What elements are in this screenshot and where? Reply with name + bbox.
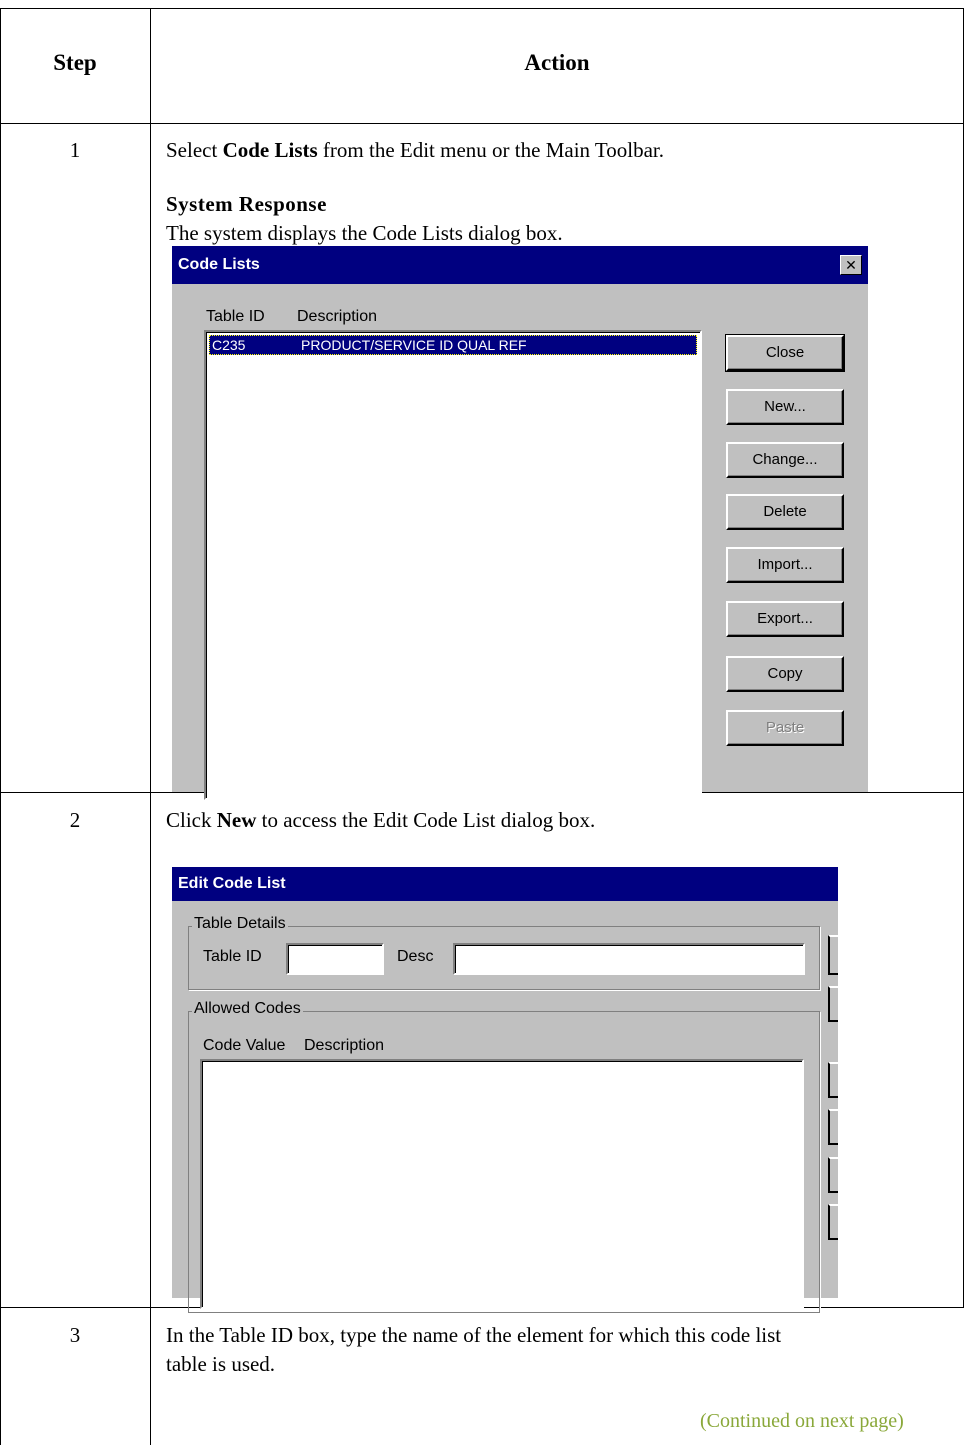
step-number-1: 1 [69, 138, 81, 162]
delete-button[interactable]: Delete [726, 494, 844, 530]
table-id-label: Table ID [203, 948, 262, 965]
export-button[interactable]: Export... [726, 601, 844, 637]
list-item-table-id: C235 [212, 337, 246, 353]
table-details-label: Table Details [192, 915, 288, 933]
list-item-description: PRODUCT/SERVICE ID QUAL REF [301, 337, 527, 353]
allowed-codes-listbox[interactable] [200, 1059, 804, 1309]
step-1-text-bold: Code Lists [222, 138, 318, 162]
step-2-text-post: to access the Edit Code List dialog box. [256, 808, 596, 832]
header-action: Action [524, 50, 590, 75]
edit-code-list-dialog: Edit Code List Table Details Table ID De… [172, 867, 838, 1313]
header-step: Step [53, 50, 97, 75]
step-number-3: 3 [69, 1323, 81, 1347]
step-3-line-1: In the Table ID box, type the name of th… [166, 1323, 782, 1347]
edit-code-list-titlebar: Edit Code List [172, 867, 838, 901]
continued-note: (Continued on next page) [700, 1410, 904, 1432]
column-header-table-id: Table ID [206, 308, 265, 325]
table-left-border [0, 8, 1, 1445]
table-id-field[interactable] [286, 943, 384, 975]
cropped-button-3[interactable] [828, 1062, 838, 1098]
code-lists-listbox[interactable]: C235 PRODUCT/SERVICE ID QUAL REF [204, 330, 702, 800]
code-lists-title: Code Lists [178, 256, 260, 273]
step-1-text-post: from the Edit menu or the Main Toolbar. [317, 138, 664, 162]
allowed-codes-label: Allowed Codes [192, 1000, 303, 1018]
desc-field[interactable] [453, 943, 805, 975]
step-2-text-bold: New [216, 808, 257, 832]
desc-label: Desc [397, 948, 434, 965]
system-response-text: The system displays the Code Lists dialo… [166, 221, 563, 245]
column-header-description: Description [297, 308, 378, 325]
step-3-line-2: table is used. [166, 1352, 276, 1376]
cropped-button-1[interactable] [828, 935, 838, 975]
close-button[interactable]: Close [725, 334, 845, 372]
import-button[interactable]: Import... [726, 547, 844, 583]
edit-code-list-title: Edit Code List [178, 875, 286, 892]
step-1-text-pre: Select [166, 138, 223, 162]
paste-button: Paste [726, 710, 844, 746]
cropped-button-6[interactable] [828, 1204, 838, 1240]
header-bottom-border [0, 123, 964, 124]
new-button[interactable]: New... [726, 389, 844, 425]
change-button[interactable]: Change... [726, 442, 844, 478]
step-number-2: 2 [69, 808, 81, 832]
column-header-code-value: Code Value [203, 1037, 286, 1054]
copy-button[interactable]: Copy [726, 656, 844, 692]
list-item[interactable]: C235 PRODUCT/SERVICE ID QUAL REF [209, 335, 697, 355]
table-top-border [0, 8, 964, 9]
cropped-button-2[interactable] [828, 986, 838, 1022]
cropped-button-5[interactable] [828, 1157, 838, 1193]
step-2-text-pre: Click [166, 808, 217, 832]
code-lists-dialog: Code Lists ✕ Table ID Description C235 P… [172, 246, 868, 800]
column-divider [150, 8, 151, 1445]
cropped-button-4[interactable] [828, 1109, 838, 1145]
step-2-instruction: Click New to access the Edit Code List d… [166, 806, 595, 835]
step-1-instruction: Select Code Lists from the Edit menu or … [166, 136, 664, 165]
code-lists-titlebar: Code Lists [172, 246, 868, 284]
system-response-heading: System Response [166, 192, 327, 216]
close-icon[interactable]: ✕ [840, 255, 862, 275]
column-header-code-description: Description [304, 1037, 385, 1054]
